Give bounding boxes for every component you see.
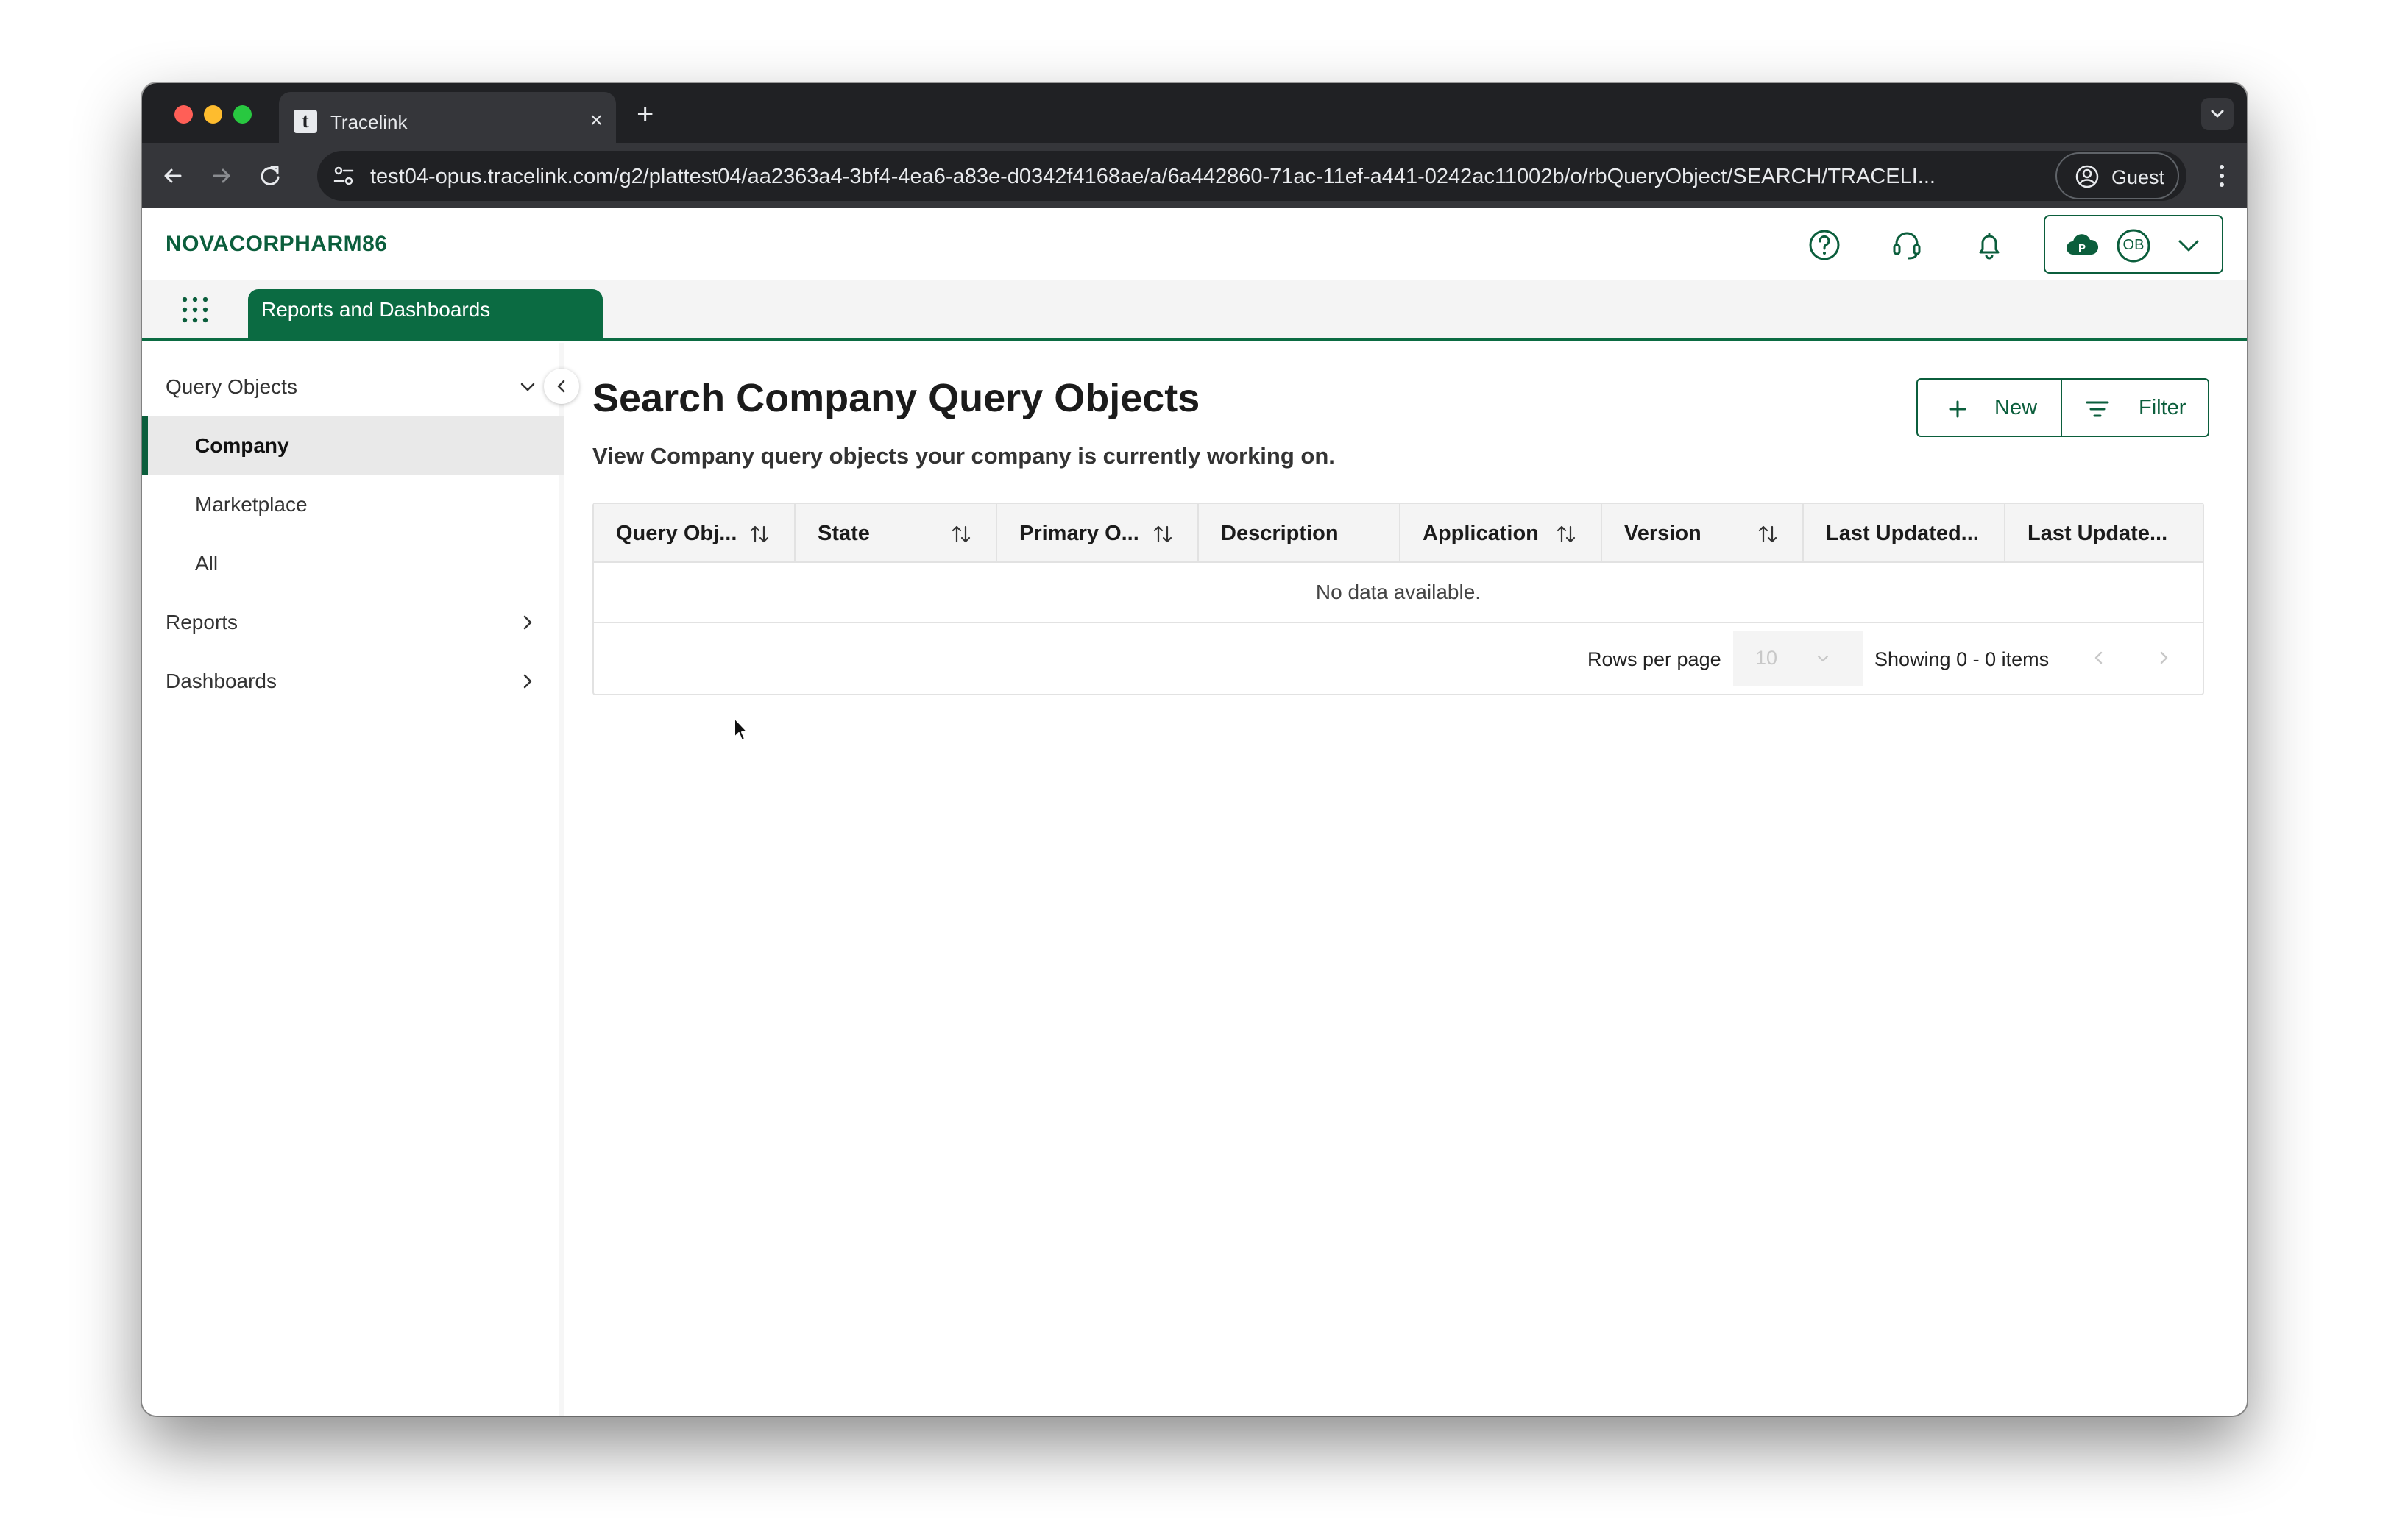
address-bar[interactable]: test04-opus.tracelink.com/g2/plattest04/… (317, 151, 2186, 201)
sort-arrows-icon[interactable] (747, 522, 772, 547)
profile-avatar-icon (2075, 165, 2099, 188)
sidebar-section-label: Query Objects (166, 375, 297, 398)
support-headset-icon[interactable] (1889, 227, 1924, 263)
rows-per-page-select[interactable]: 10 (1733, 631, 1863, 686)
filter-button-label: Filter (2139, 396, 2186, 419)
sort-arrows-icon[interactable] (1755, 522, 1780, 547)
filter-icon (2086, 401, 2109, 417)
column-header-label: State (818, 522, 870, 545)
chevron-down-icon (520, 383, 535, 391)
chevron-down-icon (2211, 110, 2224, 118)
app-navbar: Reports and Dashboards (142, 280, 2247, 341)
account-initials: OB (2122, 237, 2145, 253)
chevron-right-icon (523, 674, 532, 689)
plus-icon (1949, 400, 1966, 418)
back-arrow-icon[interactable] (158, 161, 188, 191)
app-header: NOVACORPHARM86 P OB (142, 208, 2247, 280)
browser-tab[interactable]: t Tracelink × (279, 92, 616, 143)
browser-tabstrip: t Tracelink × + (142, 83, 2247, 143)
sidebar: Query Objects Company Marketplace All Re… (142, 343, 564, 1416)
column-header-label: Last Updated... (1826, 522, 1979, 545)
column-header-last-updated[interactable]: Last Updated... (1804, 504, 2005, 563)
forward-arrow-icon[interactable] (207, 161, 236, 191)
sort-arrows-icon[interactable] (949, 522, 974, 547)
tab-close-icon[interactable]: × (589, 107, 603, 135)
action-button-group: New Filter (1916, 378, 2209, 437)
close-window-button[interactable] (174, 105, 193, 124)
column-header-last-updated-by[interactable]: Last Update... (2005, 504, 2203, 563)
sidebar-item-label: Marketplace (195, 493, 308, 516)
rows-per-page-value: 10 (1755, 647, 1778, 669)
column-header-label: Description (1221, 522, 1339, 545)
chevron-down-icon (2178, 240, 2199, 252)
table-header: Query Obj... State Primary O... Descript… (594, 504, 2203, 563)
rows-per-page-label: Rows per page (1587, 648, 1721, 670)
company-name: NOVACORPHARM86 (166, 232, 388, 256)
chevron-right-icon (523, 615, 532, 630)
sort-arrows-icon[interactable] (1150, 522, 1175, 547)
sidebar-section-reports[interactable]: Reports (142, 593, 564, 652)
new-tab-button[interactable]: + (637, 99, 654, 129)
help-icon[interactable] (1807, 227, 1842, 263)
tracelink-favicon-icon: t (294, 110, 317, 133)
tab-reports-and-dashboards[interactable]: Reports and Dashboards (248, 289, 603, 341)
url-text[interactable]: test04-opus.tracelink.com/g2/plattest04/… (370, 165, 1936, 189)
sidebar-item-label: All (195, 552, 219, 575)
more-options-icon[interactable] (2214, 161, 2229, 191)
browser-tab-title: Tracelink (330, 111, 408, 133)
sidebar-section-query-objects[interactable]: Query Objects (142, 358, 564, 416)
browser-window: t Tracelink × + test04-opus.tracelink.co… (142, 83, 2247, 1416)
sidebar-item-company[interactable]: Company (142, 416, 564, 475)
account-menu-button[interactable]: P OB (2044, 215, 2223, 274)
maximize-window-button[interactable] (233, 105, 252, 124)
query-objects-table: Query Obj... State Primary O... Descript… (592, 503, 2204, 695)
reload-icon[interactable] (255, 161, 285, 191)
table-pagination: Rows per page 10 Showing 0 - 0 items (594, 623, 2203, 695)
browser-toolbar: test04-opus.tracelink.com/g2/plattest04/… (142, 143, 2247, 208)
sidebar-item-all[interactable]: All (142, 534, 564, 593)
table-empty-row: No data available. (594, 563, 2203, 623)
profile-button[interactable]: Guest (2055, 152, 2179, 199)
sidebar-section-dashboards[interactable]: Dashboards (142, 652, 564, 711)
column-header-primary-owner[interactable]: Primary O... (997, 504, 1199, 563)
sidebar-item-marketplace[interactable]: Marketplace (142, 475, 564, 534)
new-button[interactable]: New (1918, 380, 2062, 436)
column-header-label: Query Obj... (616, 522, 737, 545)
chevron-left-icon (557, 380, 565, 393)
column-header-label: Primary O... (1019, 522, 1139, 545)
sidebar-item-label: Company (195, 434, 289, 457)
app-root: NOVACORPHARM86 P OB Reports and Dashboar… (142, 208, 2247, 1416)
cloud-environment-icon: P (2067, 234, 2099, 255)
next-page-icon[interactable] (2151, 645, 2176, 670)
tab-search-button[interactable] (2201, 98, 2234, 130)
column-header-label: Last Update... (2028, 522, 2168, 545)
filter-button[interactable]: Filter (2062, 380, 2208, 436)
page-description: View Company query objects your company … (592, 443, 1335, 469)
sidebar-section-label: Dashboards (166, 670, 277, 692)
minimize-window-button[interactable] (204, 105, 222, 124)
column-header-description[interactable]: Description (1199, 504, 1400, 563)
page-title: Search Company Query Objects (592, 376, 1200, 420)
svg-text:P: P (2078, 242, 2086, 255)
mouse-pointer-icon (734, 717, 748, 741)
column-header-label: Application (1423, 522, 1539, 545)
app-tab-label: Reports and Dashboards (261, 298, 491, 321)
notification-bell-icon[interactable] (1972, 227, 2007, 263)
column-header-state[interactable]: State (796, 504, 997, 563)
column-header-application[interactable]: Application (1400, 504, 1602, 563)
new-button-label: New (1994, 396, 2038, 419)
main-content: Search Company Query Objects View Compan… (570, 343, 2247, 1416)
app-launcher-grid-icon[interactable] (180, 295, 210, 324)
site-settings-icon[interactable] (329, 161, 358, 191)
chevron-down-icon (1817, 655, 1829, 662)
pagination-status: Showing 0 - 0 items (1874, 648, 2050, 670)
column-header-version[interactable]: Version (1602, 504, 1804, 563)
column-header-label: Version (1624, 522, 1701, 545)
profile-label: Guest (2111, 166, 2165, 188)
sort-arrows-icon[interactable] (1554, 522, 1579, 547)
previous-page-icon[interactable] (2086, 645, 2111, 670)
sidebar-section-label: Reports (166, 611, 238, 634)
empty-message: No data available. (1315, 581, 1481, 603)
column-header-query-object[interactable]: Query Obj... (594, 504, 796, 563)
